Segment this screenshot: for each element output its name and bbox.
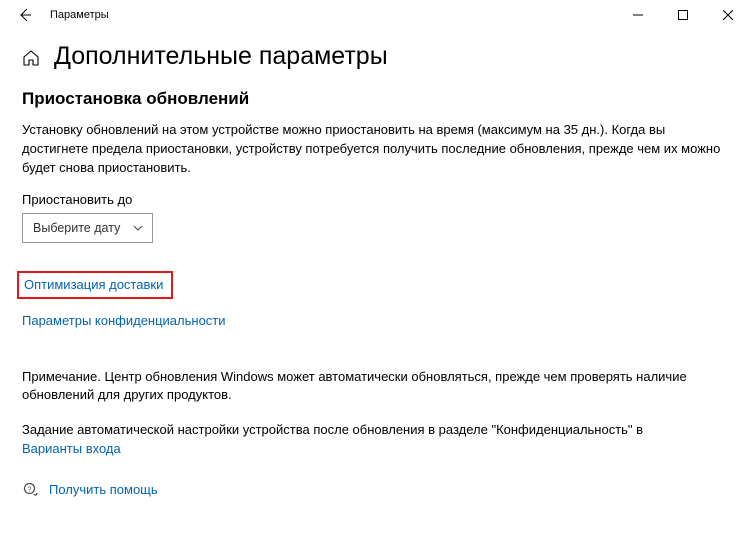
dropdown-value: Выберите дату: [33, 221, 120, 235]
section-title: Приостановка обновлений: [22, 89, 728, 109]
maximize-button[interactable]: [660, 0, 705, 30]
minimize-button[interactable]: [615, 0, 660, 30]
home-button[interactable]: [22, 49, 40, 67]
help-row: ? Получить помощь: [22, 481, 728, 498]
pause-date-dropdown[interactable]: Выберите дату: [22, 213, 153, 243]
close-icon: [723, 10, 733, 20]
page-header: Дополнительные параметры: [22, 42, 728, 71]
window-title: Параметры: [50, 9, 109, 21]
delivery-optimization-link[interactable]: Оптимизация доставки: [24, 277, 163, 292]
close-button[interactable]: [705, 0, 750, 30]
chevron-down-icon: [132, 222, 144, 234]
section-description: Установку обновлений на этом устройстве …: [22, 121, 728, 178]
page-title: Дополнительные параметры: [54, 42, 388, 71]
arrow-left-icon: [17, 7, 33, 23]
help-icon: ?: [22, 481, 39, 498]
maximize-icon: [678, 10, 688, 20]
privacy-settings-link[interactable]: Параметры конфиденциальности: [22, 313, 226, 328]
svg-text:?: ?: [28, 486, 32, 493]
note-update-center: Примечание. Центр обновления Windows мож…: [22, 368, 728, 406]
links-block: Оптимизация доставки Параметры конфиденц…: [22, 271, 728, 328]
back-button[interactable]: [10, 0, 40, 30]
minimize-icon: [633, 10, 643, 20]
pause-until-label: Приостановить до: [22, 192, 728, 207]
highlighted-box: Оптимизация доставки: [17, 271, 173, 299]
signin-options-link[interactable]: Варианты входа: [22, 440, 121, 459]
notes-block: Примечание. Центр обновления Windows мож…: [22, 368, 728, 459]
content-area: Дополнительные параметры Приостановка об…: [0, 30, 750, 498]
home-icon: [22, 49, 40, 67]
window-controls: [615, 0, 750, 30]
get-help-link[interactable]: Получить помощь: [49, 482, 158, 497]
titlebar: Параметры: [0, 0, 750, 30]
note-signin: Задание автоматической настройки устройс…: [22, 421, 728, 459]
